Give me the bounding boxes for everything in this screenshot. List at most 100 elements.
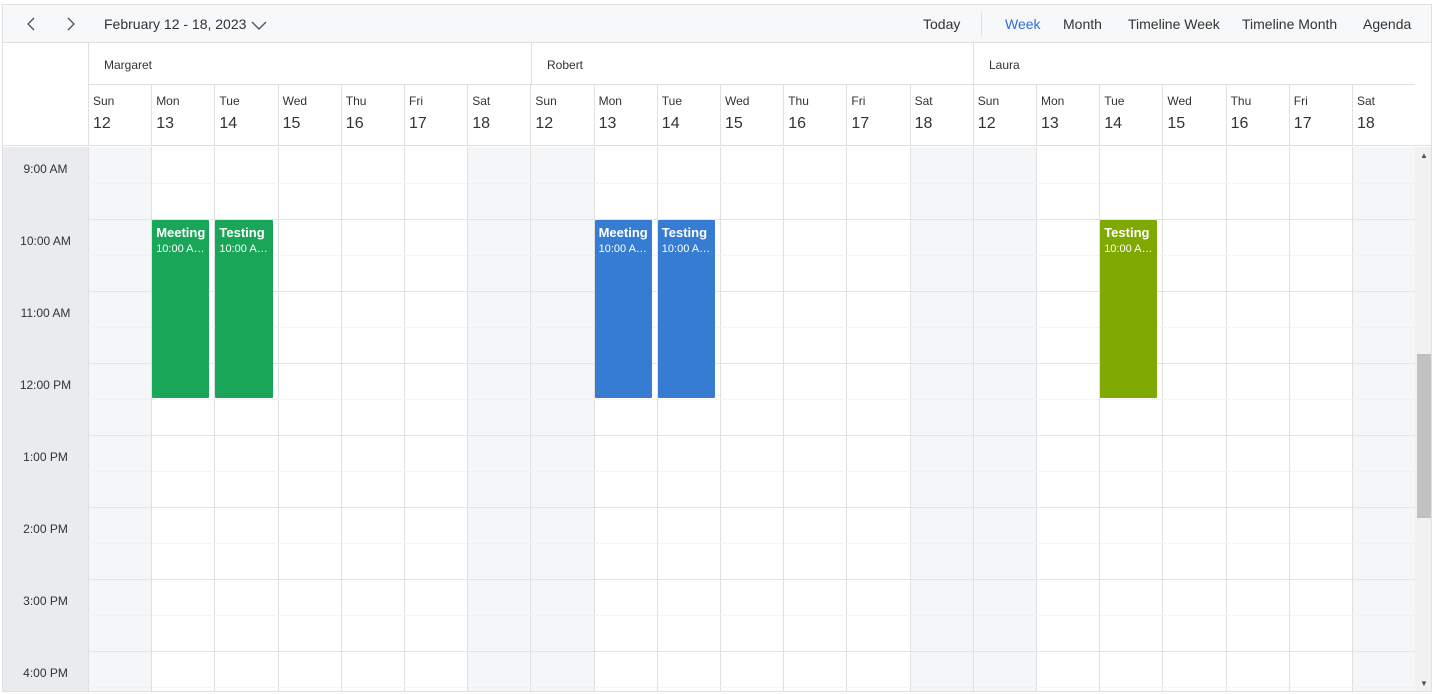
day-date[interactable]: 15 [283,115,341,133]
scheduler-header: Margaret Robert Laura Sun 12 Mon 13 Tue 14 Wed… [3,43,1431,146]
view-agenda-button[interactable]: Agenda [1363,5,1411,43]
date-range-button[interactable]: February 12 - 18, 2023 [104,5,246,43]
hour-line [88,651,1415,652]
day-column[interactable] [1162,147,1225,691]
day-name: Fri [409,94,423,108]
day-date[interactable]: 17 [1294,115,1352,133]
date-header-cell[interactable]: Sat 18 [467,85,530,146]
appointment[interactable]: Testing 10:00 AM - 12:30 PM [657,220,715,398]
date-header-cell[interactable]: Sun 12 [972,85,1036,146]
today-button[interactable]: Today [923,5,960,43]
appointment[interactable]: Testing 10:00 AM - 12:30 PM [215,220,273,398]
day-date[interactable]: 16 [346,115,404,133]
day-column[interactable] [467,147,531,691]
date-header-cell[interactable]: Sat 18 [1352,85,1415,146]
appointment[interactable]: Meeting 10:00 AM - 12:30 PM [152,220,210,398]
day-column[interactable] [1288,147,1352,691]
date-header-cell[interactable]: Sun 12 [88,85,151,146]
view-timeline-week-button[interactable]: Timeline Week [1128,5,1220,43]
day-date[interactable]: 12 [535,115,593,133]
date-header-cell[interactable]: Thu 16 [783,85,846,146]
day-name: Tue [1104,94,1125,108]
day-date[interactable]: 13 [1041,115,1099,133]
day-name: Fri [851,94,866,108]
view-timeline-month-button[interactable]: Timeline Month [1242,5,1337,43]
date-header-cell[interactable]: Fri 17 [1288,85,1352,146]
day-name: Sun [93,94,115,108]
day-date[interactable]: 14 [1104,115,1162,133]
day-date[interactable]: 13 [156,115,214,133]
day-column[interactable] [88,147,152,691]
day-date[interactable]: 14 [662,115,720,133]
day-name: Sun [977,94,1000,108]
time-label: 1:00 PM [23,450,68,464]
day-column[interactable] [972,147,1036,691]
view-week-button[interactable]: Week [1005,5,1041,43]
view-month-button[interactable]: Month [1063,5,1102,43]
date-header-cell[interactable]: Thu 16 [340,85,404,146]
date-header-cell[interactable]: Mon 13 [1036,85,1099,146]
day-column[interactable] [1036,147,1099,691]
scroll-down-icon[interactable]: ▼ [1419,679,1429,689]
scheduler: February 12 - 18, 2023 Today Week Month … [2,4,1432,692]
day-column[interactable] [277,147,341,691]
day-name: Sat [914,94,933,108]
date-header-cell[interactable]: Mon 13 [593,85,657,146]
day-column[interactable] [1352,147,1415,691]
day-date[interactable]: 16 [1231,115,1289,133]
day-name: Thu [788,94,809,108]
day-column[interactable] [846,147,909,691]
day-column[interactable] [1225,147,1289,691]
date-header-cell[interactable]: Tue 14 [1099,85,1162,146]
date-header-cell[interactable]: Sat 18 [909,85,973,146]
date-header-cell[interactable]: Wed 15 [1162,85,1225,146]
day-name: Sat [472,94,491,108]
day-column[interactable] [404,147,467,691]
resource-header-robert: Robert [531,43,973,85]
work-cells-grid[interactable]: Meeting 10:00 AM - 12:30 PM Testing 10:00 A… [88,147,1415,691]
date-header-cell[interactable]: Mon 13 [151,85,214,146]
day-column[interactable] [783,147,846,691]
hour-line [88,219,1415,220]
date-header-cell[interactable]: Fri 17 [846,85,909,146]
hour-line [88,435,1415,436]
day-name: Thu [345,94,367,108]
day-date[interactable]: 12 [978,115,1036,133]
day-date[interactable]: 13 [599,115,657,133]
date-header-cell[interactable]: Sun 12 [530,85,593,146]
hour-line [88,291,1415,292]
appointment[interactable]: Testing 10:00 AM - 12:30 PM [1100,220,1158,398]
date-header-cell[interactable]: Tue 14 [656,85,720,146]
chevron-down-icon[interactable] [251,18,267,32]
day-date[interactable]: 17 [409,115,467,133]
vertical-scrollbar[interactable]: ▲ ▼ [1415,147,1431,691]
day-date[interactable]: 18 [1357,115,1415,133]
day-date[interactable]: 12 [93,115,151,133]
date-header-cell[interactable]: Fri 17 [404,85,467,146]
next-icon[interactable] [63,17,77,31]
time-label: 4:00 PM [23,666,68,680]
appointment-subject: Testing [219,225,265,240]
day-column[interactable] [909,147,973,691]
day-date[interactable]: 15 [1167,115,1225,133]
day-name: Wed [725,94,750,108]
previous-icon[interactable] [25,17,39,31]
scroll-up-icon[interactable]: ▲ [1419,151,1429,161]
day-date[interactable]: 16 [788,115,846,133]
day-date[interactable]: 18 [472,115,530,133]
appointment-time: 10:00 AM - 12:30 PM [661,243,711,255]
day-date[interactable]: 17 [851,115,909,133]
date-header-cell[interactable]: Tue 14 [214,85,277,146]
day-date[interactable]: 15 [725,115,783,133]
day-column[interactable] [340,147,404,691]
day-column[interactable] [720,147,783,691]
scrollbar-thumb[interactable] [1417,354,1431,518]
date-header-cell[interactable]: Wed 15 [277,85,341,146]
day-date[interactable]: 18 [915,115,973,133]
date-header-cell[interactable]: Wed 15 [720,85,783,146]
appointment[interactable]: Meeting 10:00 AM - 12:30 PM [594,220,652,398]
day-column[interactable] [530,147,594,691]
day-date[interactable]: 14 [219,115,277,133]
date-header-cell[interactable]: Thu 16 [1225,85,1289,146]
toolbar-separator [981,12,982,36]
